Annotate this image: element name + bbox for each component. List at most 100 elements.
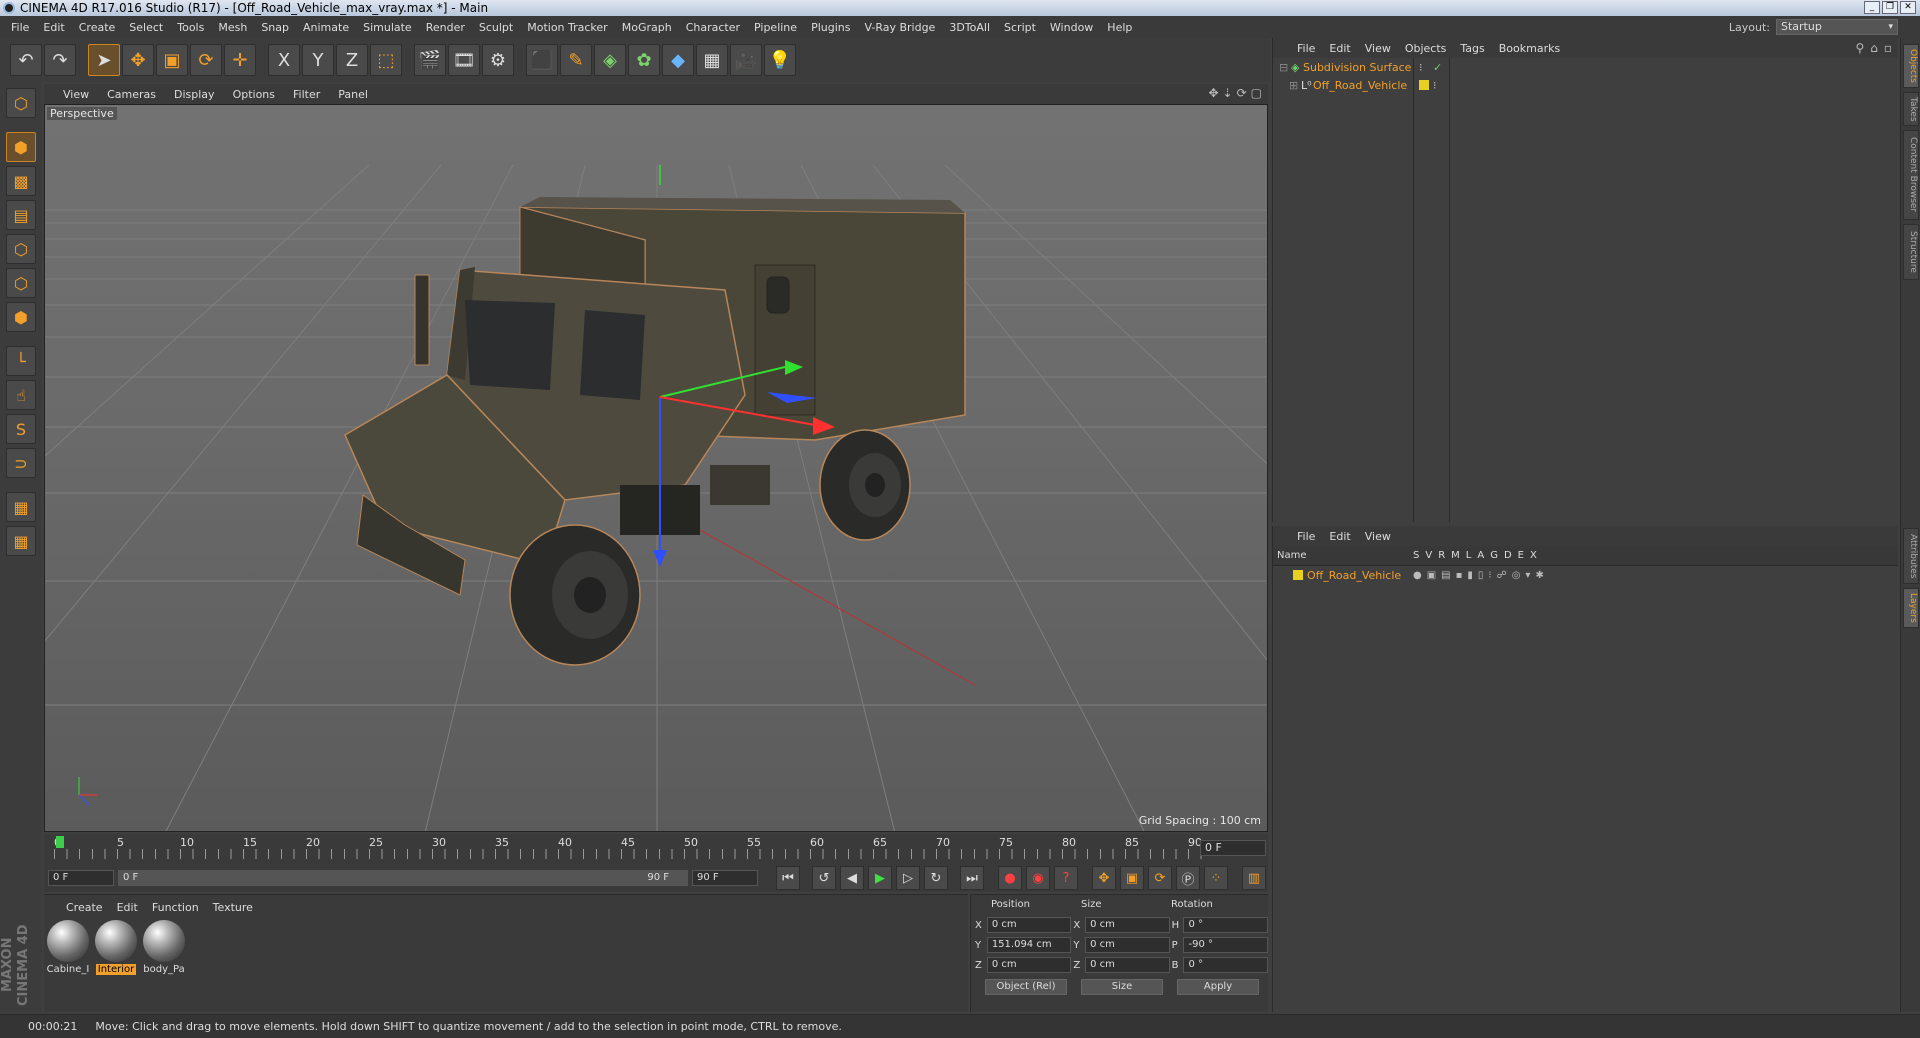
- tab-objects[interactable]: Objects: [1903, 44, 1919, 88]
- tab-attributes[interactable]: Attributes: [1903, 528, 1919, 584]
- object-row[interactable]: ⊟ ◈ Subdivision Surface ⁝ ✓: [1273, 58, 1898, 76]
- menu-create[interactable]: Create: [72, 21, 123, 34]
- menu-render[interactable]: Render: [419, 21, 472, 34]
- menu-sculpt[interactable]: Sculpt: [472, 21, 520, 34]
- layer-flags-icons[interactable]: ●▣▤▪▮▯⁝☍◎▾✱: [1413, 570, 1549, 581]
- apply-button[interactable]: Apply: [1177, 979, 1259, 995]
- cloner-icon[interactable]: ✿: [628, 44, 660, 76]
- search-icon[interactable]: ⚲: [1855, 41, 1864, 55]
- render-picture-viewer-icon[interactable]: 🎞: [448, 44, 480, 76]
- magnet-icon[interactable]: ⊃: [6, 448, 36, 478]
- workplane-rotate-icon[interactable]: ▦: [6, 526, 36, 556]
- zoom-view-icon[interactable]: ⇣: [1223, 86, 1233, 100]
- next-key-icon[interactable]: ↻: [924, 866, 948, 890]
- menu-tools[interactable]: Tools: [170, 21, 211, 34]
- polygons-mode-icon[interactable]: ⬢: [6, 302, 36, 332]
- texture-mode-icon[interactable]: ▩: [6, 166, 36, 196]
- render-view-icon[interactable]: 🎬: [414, 44, 446, 76]
- go-to-end-icon[interactable]: ⏭: [960, 866, 984, 890]
- tab-content-browser[interactable]: Content Browser: [1903, 130, 1919, 220]
- cube-icon[interactable]: ⬛: [526, 44, 558, 76]
- object-row[interactable]: ⊞ L⁰ Off_Road_Vehicle ⁝: [1273, 76, 1898, 94]
- timeline-ruler[interactable]: 051015202530354045505560657075808590 0 F: [44, 834, 1268, 864]
- camera-icon[interactable]: 🎥: [730, 44, 762, 76]
- toggle-view-icon[interactable]: ▢: [1251, 86, 1262, 100]
- layout-dropdown[interactable]: Startup: [1776, 19, 1898, 35]
- home-icon[interactable]: ⌂: [1870, 41, 1878, 55]
- close-button[interactable]: ✕: [1900, 1, 1916, 14]
- menu-vray-bridge[interactable]: V-Ray Bridge: [857, 21, 942, 34]
- material-menu-function[interactable]: Function: [152, 901, 199, 914]
- frame-range-slider[interactable]: 0 F 90 F: [118, 870, 688, 886]
- key-position-icon[interactable]: ✥: [1092, 866, 1116, 890]
- menu-mesh[interactable]: Mesh: [211, 21, 254, 34]
- rotate-view-icon[interactable]: ⟳: [1237, 86, 1247, 100]
- z-axis-icon[interactable]: Z: [336, 44, 368, 76]
- menu-select[interactable]: Select: [122, 21, 170, 34]
- end-frame-field[interactable]: 90 F: [692, 870, 758, 886]
- position-x-field[interactable]: 0 cm: [986, 917, 1072, 933]
- off-road-vehicle-model[interactable]: [344, 197, 966, 666]
- new-view-icon[interactable]: ▫: [1884, 41, 1892, 55]
- timeline-window-icon[interactable]: ▥: [1242, 866, 1266, 890]
- visibility-dots-icon[interactable]: ⁝: [1433, 79, 1437, 92]
- tab-structure[interactable]: Structure: [1903, 224, 1919, 280]
- key-rotation-icon[interactable]: ⟳: [1148, 866, 1172, 890]
- menu-animate[interactable]: Animate: [296, 21, 356, 34]
- play-icon[interactable]: ▶: [868, 866, 892, 890]
- material-swatch[interactable]: Cabine_I: [46, 920, 90, 975]
- menu-snap[interactable]: Snap: [254, 21, 296, 34]
- axis-mode-icon[interactable]: └: [6, 346, 36, 376]
- playhead[interactable]: [56, 836, 64, 848]
- objects-menu-edit[interactable]: Edit: [1329, 42, 1350, 55]
- objects-menu-objects[interactable]: Objects: [1405, 42, 1447, 55]
- menu-motion-tracker[interactable]: Motion Tracker: [520, 21, 614, 34]
- tweak-mode-icon[interactable]: ☝: [6, 380, 36, 410]
- minimize-button[interactable]: _: [1864, 1, 1880, 14]
- record-keys-icon[interactable]: ●: [998, 866, 1022, 890]
- material-menu-texture[interactable]: Texture: [213, 901, 253, 914]
- material-swatch[interactable]: Interior: [94, 920, 138, 975]
- current-frame-field[interactable]: 0 F: [1200, 840, 1266, 856]
- pen-spline-icon[interactable]: ✎: [560, 44, 592, 76]
- enabled-check-icon[interactable]: ✓: [1433, 61, 1442, 74]
- key-pla-icon[interactable]: ⁘: [1204, 866, 1228, 890]
- size-z-field[interactable]: 0 cm: [1085, 957, 1170, 973]
- objects-menu-tags[interactable]: Tags: [1460, 42, 1484, 55]
- coordinate-system-icon[interactable]: ⬚: [370, 44, 402, 76]
- position-y-field[interactable]: 151.094 cm: [986, 937, 1072, 953]
- material-menu-create[interactable]: Create: [66, 901, 103, 914]
- make-editable-icon[interactable]: ⬡: [6, 88, 36, 118]
- keyframe-selection-icon[interactable]: ?: [1054, 866, 1078, 890]
- menu-3dtoall[interactable]: 3DToAll: [942, 21, 997, 34]
- menu-mograph[interactable]: MoGraph: [615, 21, 679, 34]
- menu-edit[interactable]: Edit: [36, 21, 71, 34]
- size-y-field[interactable]: 0 cm: [1085, 937, 1170, 953]
- coordinate-mode-dropdown[interactable]: Object (Rel): [985, 979, 1067, 995]
- viewport-menu-display[interactable]: Display: [165, 88, 224, 101]
- go-to-start-icon[interactable]: ⏮: [776, 866, 800, 890]
- size-mode-dropdown[interactable]: Size: [1081, 979, 1163, 995]
- menu-simulate[interactable]: Simulate: [356, 21, 419, 34]
- menu-file[interactable]: File: [4, 21, 36, 34]
- deformer-icon[interactable]: ◆: [662, 44, 694, 76]
- locked-workplane-icon[interactable]: ▦: [6, 492, 36, 522]
- objects-menu-view[interactable]: View: [1365, 42, 1391, 55]
- scale-icon[interactable]: ▣: [156, 44, 188, 76]
- material-swatch[interactable]: body_Pa: [142, 920, 186, 975]
- maximize-button[interactable]: ❐: [1882, 1, 1898, 14]
- layers-menu-view[interactable]: View: [1365, 530, 1391, 543]
- rotation-b-field[interactable]: 0 °: [1183, 957, 1268, 973]
- floor-icon[interactable]: ▦: [696, 44, 728, 76]
- key-parameter-icon[interactable]: Ⓟ: [1176, 866, 1200, 890]
- viewport-menu-filter[interactable]: Filter: [284, 88, 329, 101]
- x-axis-icon[interactable]: X: [268, 44, 300, 76]
- light-icon[interactable]: 💡: [764, 44, 796, 76]
- collapse-icon[interactable]: ⊟: [1279, 61, 1291, 74]
- viewport-menu-cameras[interactable]: Cameras: [98, 88, 165, 101]
- rotate-icon[interactable]: ⟳: [190, 44, 222, 76]
- undo-icon[interactable]: ↶: [10, 44, 42, 76]
- viewport-menu-options[interactable]: Options: [224, 88, 284, 101]
- layer-color-icon[interactable]: [1293, 570, 1303, 580]
- layers-menu-edit[interactable]: Edit: [1329, 530, 1350, 543]
